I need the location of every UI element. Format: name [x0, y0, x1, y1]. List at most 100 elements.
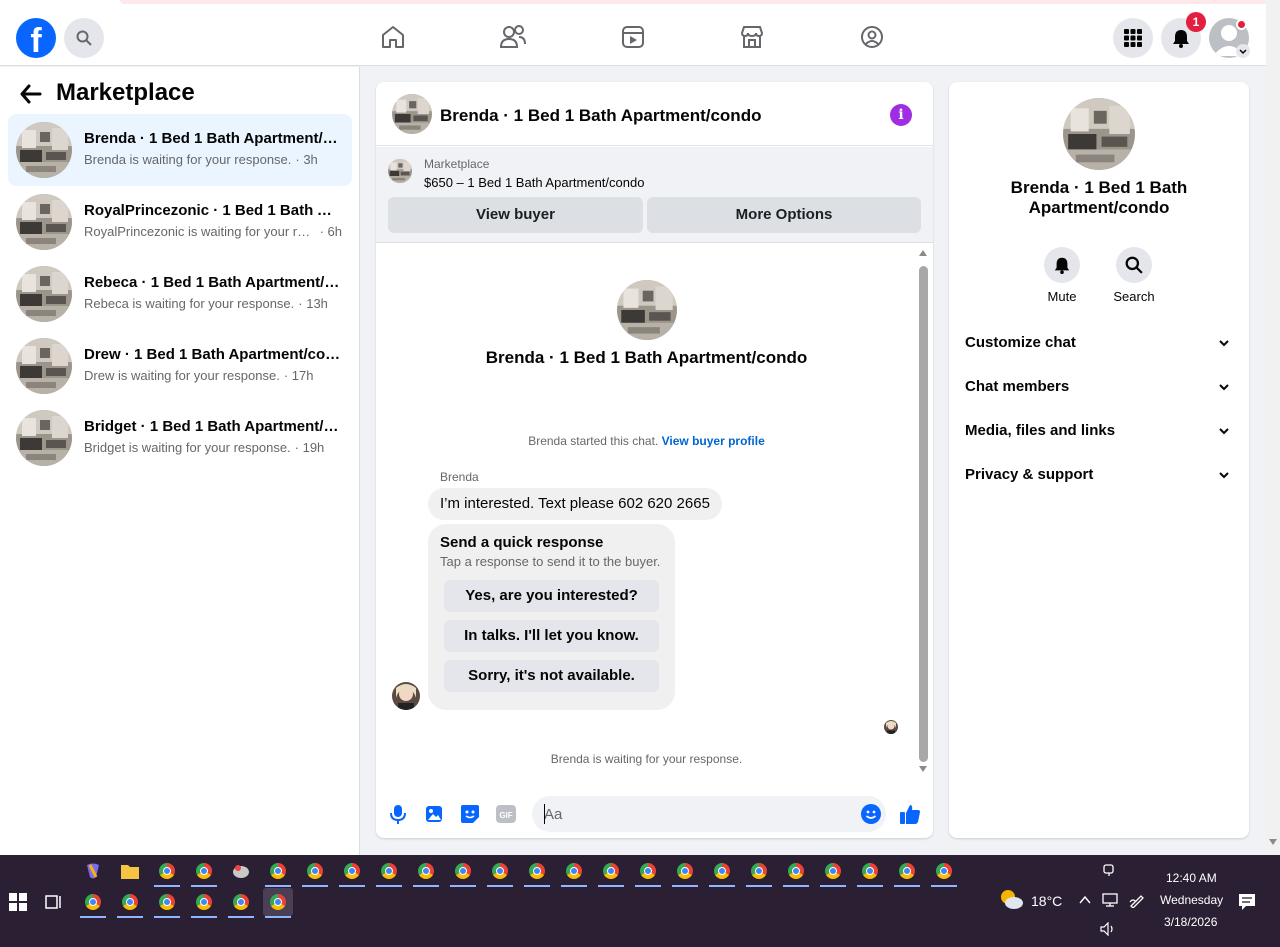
chrome-app-icon[interactable] — [189, 857, 219, 887]
listing-price-title[interactable]: $650 – 1 Bed 1 Bath Apartment/condo — [424, 175, 644, 190]
network-icon[interactable] — [1102, 893, 1118, 907]
chrome-app-icon[interactable] — [522, 857, 552, 887]
conversation-time: · 13h — [298, 296, 328, 311]
chrome-app-icon[interactable] — [559, 857, 589, 887]
view-buyer-profile-link[interactable]: View buyer profile — [662, 434, 765, 448]
chrome-app-icon[interactable] — [78, 888, 108, 918]
chrome-app-icon[interactable] — [189, 888, 219, 918]
chat-header-title[interactable]: Brenda · 1 Bed 1 Bath Apartment/condo — [440, 106, 761, 126]
voice-clip-button[interactable] — [386, 802, 410, 826]
privacy-support-section[interactable]: Privacy & support — [965, 459, 1233, 491]
search-in-conversation-button[interactable]: Search — [1104, 247, 1164, 304]
chat-header: Brenda · 1 Bed 1 Bath Apartment/condo i — [376, 82, 933, 146]
chrome-app-icon[interactable] — [781, 857, 811, 887]
groups-nav-button[interactable] — [857, 22, 887, 52]
chrome-app-icon-active[interactable] — [263, 888, 293, 918]
weather-temperature[interactable]: 18°C — [1031, 893, 1062, 909]
task-view-icon[interactable] — [45, 893, 63, 911]
chrome-app-icon[interactable] — [596, 857, 626, 887]
search-button[interactable] — [64, 18, 104, 58]
conversation-item[interactable]: RoyalPrincezonic · 1 Bed 1 Bath Apartmen… — [8, 186, 352, 258]
conversation-time: · 3h — [295, 152, 318, 167]
facebook-logo-icon[interactable]: f — [16, 18, 56, 60]
back-arrow-icon[interactable] — [18, 81, 44, 107]
quick-reply-button[interactable]: Yes, are you interested? — [444, 580, 659, 612]
home-nav-button[interactable] — [378, 22, 408, 52]
chrome-app-icon[interactable] — [411, 857, 441, 887]
listing-thumbnail — [16, 338, 72, 394]
chrome-app-icon[interactable] — [670, 857, 700, 887]
chrome-app-icon[interactable] — [485, 857, 515, 887]
copilot-app-icon[interactable] — [78, 857, 108, 885]
send-like-button[interactable] — [898, 802, 922, 826]
pinned-app-icon[interactable] — [226, 857, 256, 885]
info-icon[interactable]: i — [890, 104, 912, 126]
media-files-links-section[interactable]: Media, files and links — [965, 415, 1233, 447]
sender-avatar[interactable] — [392, 682, 420, 710]
scroll-down-arrow-icon[interactable] — [1269, 839, 1277, 845]
conversation-item[interactable]: Brenda · 1 Bed 1 Bath Apartment/condo Br… — [8, 114, 352, 186]
attach-photo-button[interactable] — [422, 802, 446, 826]
chrome-app-icon[interactable] — [263, 857, 293, 887]
chrome-app-icon[interactable] — [337, 857, 367, 887]
scroll-down-arrow-icon[interactable] — [919, 766, 927, 772]
message-input[interactable] — [532, 796, 886, 832]
section-label: Privacy & support — [965, 466, 1094, 483]
gif-button[interactable]: GIF — [494, 802, 518, 826]
scroll-up-arrow-icon[interactable] — [919, 250, 927, 256]
conversation-item[interactable]: Drew · 1 Bed 1 Bath Apartment/condo Drew… — [8, 330, 352, 402]
chrome-app-icon[interactable] — [115, 888, 145, 918]
chrome-app-icon[interactable] — [929, 857, 959, 887]
chrome-app-icon[interactable] — [152, 857, 182, 887]
clock-day[interactable]: Wednesday — [1160, 893, 1223, 907]
quick-reply-button[interactable]: Sorry, it's not available. — [444, 660, 659, 692]
quick-reply-button[interactable]: In talks. I'll let you know. — [444, 620, 659, 652]
chrome-app-icon[interactable] — [226, 888, 256, 918]
chrome-app-icon[interactable] — [744, 857, 774, 887]
more-options-button[interactable]: More Options — [647, 197, 921, 233]
conversation-item[interactable]: Bridget · 1 Bed 1 Bath Apartment/condo B… — [8, 402, 352, 474]
file-explorer-icon[interactable] — [115, 857, 145, 885]
friends-icon — [499, 25, 526, 48]
message-composer: GIF — [376, 788, 933, 838]
page-scrollbar[interactable] — [1266, 0, 1280, 855]
video-icon — [622, 26, 644, 48]
chrome-app-icon[interactable] — [855, 857, 885, 887]
chrome-app-icon[interactable] — [448, 857, 478, 887]
info-thumbnail — [1063, 98, 1135, 170]
weather-cloud-sun-icon[interactable] — [998, 888, 1024, 910]
video-nav-button[interactable] — [618, 22, 648, 52]
marketplace-listing-banner: Marketplace $650 – 1 Bed 1 Bath Apartmen… — [376, 147, 933, 243]
sticker-button[interactable] — [458, 802, 482, 826]
view-buyer-button[interactable]: View buyer — [388, 197, 643, 233]
chrome-app-icon[interactable] — [707, 857, 737, 887]
chrome-app-icon[interactable] — [633, 857, 663, 887]
mute-button[interactable]: Mute — [1032, 247, 1092, 304]
customize-chat-section[interactable]: Customize chat — [965, 327, 1233, 359]
show-hidden-icons-chevron-icon[interactable] — [1079, 895, 1091, 905]
chrome-app-icon[interactable] — [892, 857, 922, 887]
volume-icon[interactable] — [1100, 922, 1116, 936]
conversation-preview: Brenda is waiting for your response. — [84, 152, 292, 167]
incoming-message-bubble[interactable]: I’m interested. Text please 602 620 2665 — [428, 488, 722, 520]
chrome-app-icon[interactable] — [300, 857, 330, 887]
chevron-down-icon — [1219, 428, 1229, 435]
chrome-app-icon[interactable] — [818, 857, 848, 887]
marketplace-nav-button[interactable] — [737, 22, 767, 52]
chat-members-section[interactable]: Chat members — [965, 371, 1233, 403]
chrome-app-icon[interactable] — [152, 888, 182, 918]
windows-start-icon[interactable] — [9, 893, 27, 911]
friends-nav-button[interactable] — [498, 22, 528, 52]
emoji-button[interactable] — [859, 802, 883, 826]
meet-now-icon[interactable] — [1102, 863, 1116, 877]
chrome-app-icon[interactable] — [374, 857, 404, 887]
conversation-title: Rebeca · 1 Bed 1 Bath Apartment/condo — [84, 274, 342, 291]
clock-date[interactable]: 3/18/2026 — [1164, 915, 1217, 929]
conversation-item[interactable]: Rebeca · 1 Bed 1 Bath Apartment/condo Re… — [8, 258, 352, 330]
pen-ink-icon[interactable] — [1129, 892, 1145, 908]
clock-time[interactable]: 12:40 AM — [1166, 871, 1217, 885]
chat-header-thumbnail[interactable] — [392, 94, 432, 134]
chat-scrollbar-thumb[interactable] — [919, 266, 928, 762]
notification-center-icon[interactable] — [1238, 893, 1256, 911]
menu-button[interactable] — [1113, 18, 1153, 58]
